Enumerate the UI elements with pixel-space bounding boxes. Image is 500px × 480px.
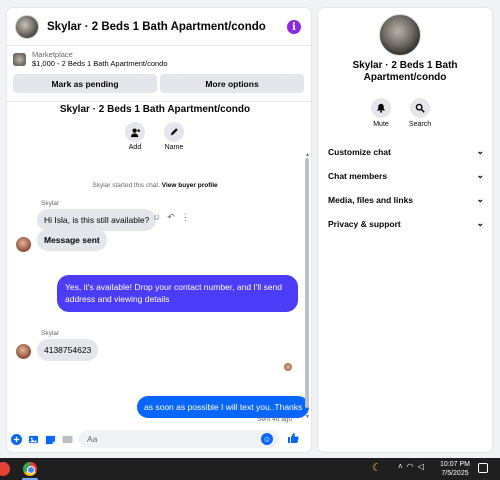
search-action[interactable]: Search [403,98,437,128]
name-label: Name [164,144,184,151]
marketplace-listing-bar: Marketplace $1,000 - 2 Beds 1 Bath Apart… [7,46,311,102]
system-tray: ˄ ◠ ◁ [398,462,424,471]
volume-icon[interactable]: ◁ [418,462,424,471]
marketplace-label: Marketplace [32,50,73,59]
incoming-message[interactable]: Message sent [37,229,107,251]
menu-privacy-support[interactable]: Privacy & support ⌄ [328,218,484,229]
add-action[interactable]: Add [120,122,150,151]
message-input[interactable]: Aa ☺ [79,430,279,448]
add-label: Add [128,144,142,151]
chevron-down-icon: ⌄ [476,170,484,180]
chat-title[interactable]: Skylar · 2 Beds 1 Bath Apartment/condo [47,21,266,33]
gif-icon[interactable] [62,434,73,445]
info-icon[interactable]: i [287,20,301,34]
menu-media-files-links[interactable]: Media, files and links ⌄ [328,194,484,205]
outgoing-message[interactable]: Yes, it's available! Drop your contact n… [57,275,298,312]
taskbar: ☾ ˄ ◠ ◁ 10:07 PM 7/5/2025 [0,458,500,480]
message-list[interactable]: Skylar · 2 Beds 1 Bath Apartment/condo A… [7,102,311,426]
menu-chat-members[interactable]: Chat members ⌄ [328,170,484,181]
chat-header: Skylar · 2 Beds 1 Bath Apartment/condo i [7,8,311,46]
sticker-icon[interactable] [45,434,56,445]
view-buyer-profile-link[interactable]: View buyer profile [162,182,218,189]
pencil-icon [164,122,184,142]
menu-customize-chat[interactable]: Customize chat ⌄ [328,146,484,157]
chat-started-note: Skylar started this chat. View buyer pro… [7,182,303,189]
menu-item-label: Media, files and links [328,194,414,205]
wifi-icon[interactable]: ◠ [407,462,414,471]
menu-item-label: Customize chat [328,146,391,157]
app-icon[interactable] [0,462,10,476]
emoji-icon[interactable]: ☺ [261,433,273,445]
listing-thumbnail [13,52,26,66]
incoming-message[interactable]: 4138754623 [37,339,99,361]
marketplace-listing[interactable]: Marketplace $1,000 - 2 Beds 1 Bath Apart… [13,50,305,68]
plus-icon[interactable] [11,433,22,445]
sender-name: Skylar [41,330,60,337]
photo-icon[interactable] [28,434,39,445]
clock-date: 7/5/2025 [441,470,469,478]
react-icon[interactable]: ☺ [152,212,161,223]
clock[interactable]: 10:07 PM 7/5/2025 [440,460,470,479]
avatar[interactable] [16,344,31,359]
reply-icon[interactable]: ↶ [167,212,175,223]
more-options-button[interactable]: More options [160,74,304,93]
menu-item-label: Chat members [328,170,388,181]
chevron-up-icon[interactable]: ˄ [398,462,403,471]
chat-window: Skylar · 2 Beds 1 Bath Apartment/condo i… [7,8,311,452]
more-icon[interactable]: ⋮ [181,212,190,223]
chevron-down-icon: ⌄ [476,146,484,156]
chat-profile-avatar[interactable] [379,14,421,56]
mute-action[interactable]: Mute [364,98,398,128]
scroll-down-arrow[interactable]: ▼ [305,414,310,420]
message-composer: Aa ☺ [7,426,311,452]
menu-item-label: Privacy & support [328,218,401,229]
message-input-placeholder: Aa [87,434,98,444]
avatar[interactable] [16,237,31,252]
name-action[interactable]: Name [159,122,189,151]
conversation-title: Skylar · 2 Beds 1 Bath Apartment/condo [59,104,251,115]
chat-avatar[interactable] [15,14,39,39]
sent-timestamp: Sent 4d ago [257,416,293,423]
chrome-icon[interactable] [23,462,37,476]
message-tools: ☺ ↶ ⋮ [152,212,190,223]
listing-summary: $1,000 - 2 Beds 1 Bath Apartment/condo [32,59,168,68]
sender-name: Skylar [41,200,60,207]
search-icon [410,98,430,118]
mark-as-pending-button[interactable]: Mark as pending [13,74,157,93]
scrollbar[interactable] [305,158,309,408]
seen-avatar [284,363,292,371]
search-label: Search [408,121,432,128]
clock-time: 10:07 PM [440,461,470,468]
panel-title: Skylar · 2 Beds 1 Bath Apartment/condo [352,60,458,83]
weather-icon[interactable]: ☾ [372,461,382,474]
bell-icon [371,98,391,118]
notification-icon[interactable] [478,463,488,473]
mute-label: Mute [373,121,389,128]
chevron-down-icon: ⌄ [476,218,484,228]
system-note-text: Skylar started this chat. [92,182,160,189]
outgoing-message[interactable]: as soon as possible I will text you..Tha… [137,396,310,418]
add-person-icon [125,122,145,142]
chevron-down-icon: ⌄ [476,194,484,204]
thumbs-up-icon[interactable] [287,432,299,447]
chat-info-panel: Skylar · 2 Beds 1 Bath Apartment/condo M… [318,8,492,452]
incoming-message[interactable]: Hi Isla, is this still available? [37,209,157,231]
